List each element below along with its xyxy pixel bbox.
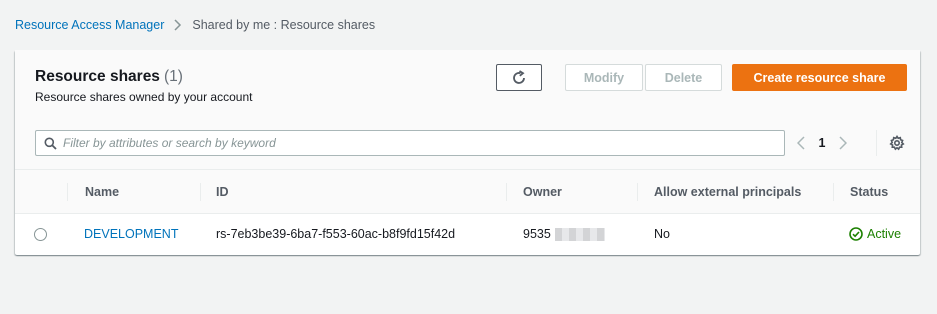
page-title: Resource shares (1) <box>35 68 252 86</box>
column-header-owner[interactable]: Owner <box>523 170 562 214</box>
pager-divider <box>876 130 877 156</box>
page-title-text: Resource shares <box>35 68 160 85</box>
check-circle-icon <box>849 227 863 241</box>
gear-icon[interactable] <box>889 135 905 151</box>
id-cell: rs-7eb3be39-6ba7-f553-60ac-b8f9fd15f42d <box>216 227 456 241</box>
column-header-name[interactable]: Name <box>85 170 119 214</box>
modify-button[interactable]: Modify <box>565 64 643 91</box>
filter-input[interactable] <box>63 136 763 150</box>
filter-box <box>35 130 785 156</box>
delete-button[interactable]: Delete <box>645 64 722 91</box>
resource-share-name-link[interactable]: DEVELOPMENT <box>84 227 178 241</box>
breadcrumb: Resource Access Manager Shared by me : R… <box>15 18 375 32</box>
page-number[interactable]: 1 <box>812 136 832 150</box>
name-cell: DEVELOPMENT <box>84 214 178 254</box>
column-separator <box>637 183 638 201</box>
table-row[interactable]: DEVELOPMENT rs-7eb3be39-6ba7-f553-60ac-b… <box>15 214 920 254</box>
panel-header: Resource shares (1) Resource shares owned… <box>15 50 920 170</box>
refresh-button[interactable] <box>496 64 542 91</box>
create-resource-share-button[interactable]: Create resource share <box>732 64 907 91</box>
column-header-status[interactable]: Status <box>850 170 888 214</box>
status-text: Active <box>867 227 902 241</box>
previous-page-icon[interactable] <box>790 136 812 150</box>
refresh-icon <box>511 69 527 86</box>
column-separator <box>200 183 201 201</box>
column-separator <box>833 183 834 201</box>
next-page-icon[interactable] <box>832 136 854 150</box>
owner-cell: 9535 <box>523 214 605 254</box>
owner-account-id: 9535 <box>523 227 551 241</box>
row-select-cell <box>34 214 47 254</box>
allow-external-cell: No <box>654 227 670 241</box>
status-badge: Active <box>849 227 901 241</box>
title-block: Resource shares (1) Resource shares owned… <box>35 68 252 104</box>
redacted-mask <box>554 227 605 241</box>
page-subtitle: Resource shares owned by your account <box>35 90 253 104</box>
column-header-id[interactable]: ID <box>216 170 229 214</box>
chevron-right-icon <box>174 19 182 31</box>
table-header: Name ID Owner Allow external principals … <box>15 170 920 214</box>
search-icon <box>44 137 57 150</box>
column-separator <box>506 183 507 201</box>
column-separator <box>67 183 68 201</box>
pagination: 1 <box>790 130 854 156</box>
resource-count: (1) <box>163 68 183 85</box>
row-select-radio[interactable] <box>34 227 47 241</box>
breadcrumb-current: Shared by me : Resource shares <box>192 18 376 32</box>
column-header-allow-external-principals[interactable]: Allow external principals <box>654 170 801 214</box>
resource-shares-panel: Resource shares (1) Resource shares owned… <box>15 50 920 255</box>
breadcrumb-root-link[interactable]: Resource Access Manager <box>15 18 164 32</box>
status-cell: Active <box>849 214 901 254</box>
